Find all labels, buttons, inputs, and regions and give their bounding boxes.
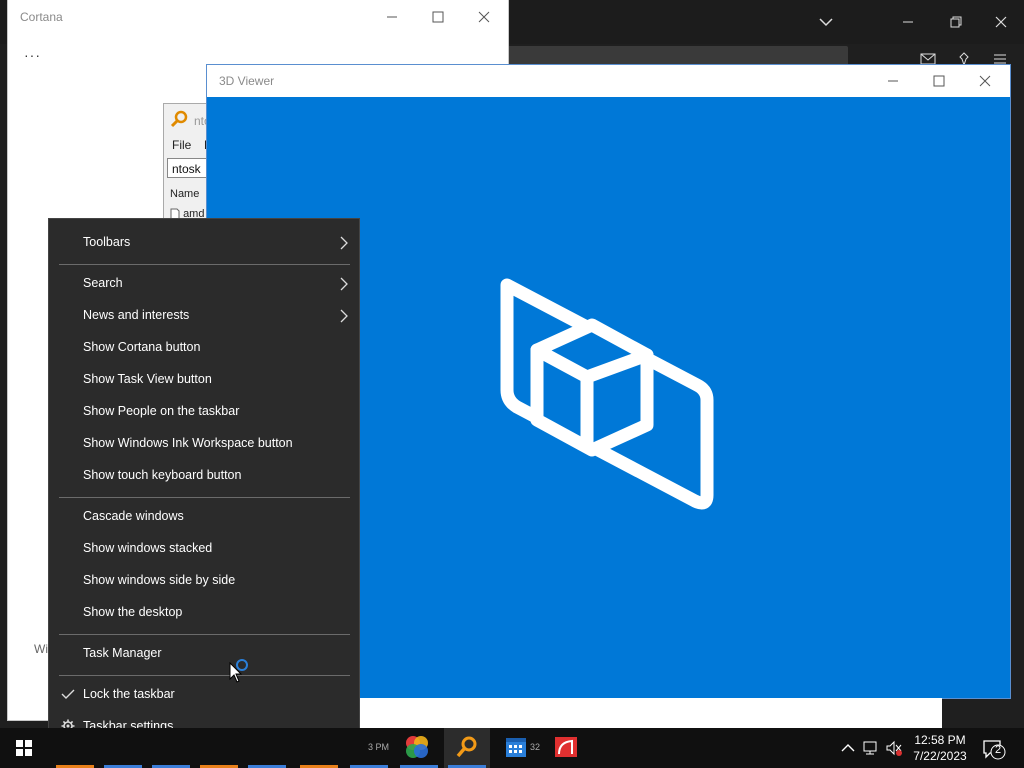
action-center-button[interactable]: 2 (982, 738, 1006, 760)
menu-item-label: Cascade windows (83, 509, 184, 523)
mail-icon[interactable] (920, 52, 936, 66)
menu-item-task-manager[interactable]: Task Manager (49, 638, 359, 670)
cortana-title: Cortana (20, 10, 63, 24)
menu-item-label: Toolbars (83, 235, 131, 249)
checkmark-icon (61, 689, 75, 699)
menu-item-label: Lock the taskbar (83, 687, 175, 701)
menu-item-label: Show Cortana button (83, 340, 201, 354)
color-wheel-icon (406, 736, 428, 758)
menu-separator (59, 264, 350, 265)
pin-icon[interactable] (956, 52, 972, 67)
chevron-right-icon (340, 236, 348, 250)
taskbar-app-2[interactable] (100, 728, 146, 768)
minimize-icon[interactable] (879, 71, 907, 91)
menu-item-label: News and interests (83, 308, 190, 322)
3d-viewer-logo-icon (500, 278, 714, 510)
menu-item-label: Show Windows Ink Workspace button (83, 436, 293, 450)
volume-muted-icon[interactable] (886, 740, 902, 756)
menu-item-label: Task Manager (83, 646, 162, 660)
background-window-strip (360, 698, 942, 728)
network-icon[interactable] (862, 740, 878, 756)
calendar-icon (506, 738, 526, 757)
taskbar-label: 3 PM (368, 742, 390, 752)
magnifier-icon (456, 736, 477, 758)
taskbar-app-calendar[interactable]: 32 (494, 728, 540, 768)
taskbar: 3 PM 32 12:58 PM 7/22/2023 2 (0, 728, 1024, 768)
taskbar-app-6[interactable] (296, 728, 342, 768)
system-clock[interactable]: 12:58 PM 7/22/2023 (902, 732, 978, 764)
taskbar-context-menu: Toolbars Search News and interests Show … (48, 218, 360, 752)
menu-item-show-task-view-button[interactable]: Show Task View button (49, 364, 359, 396)
menu-item-show-ink-workspace[interactable]: Show Windows Ink Workspace button (49, 428, 359, 460)
chevron-right-icon (340, 277, 348, 291)
taskbar-app-5[interactable] (244, 728, 290, 768)
clock-time: 12:58 PM (914, 733, 966, 747)
restore-icon[interactable] (942, 8, 970, 36)
busy-spinner-icon (236, 659, 248, 671)
menu-item-cascade-windows[interactable]: Cascade windows (49, 501, 359, 533)
taskbar-app-pdf[interactable] (544, 728, 590, 768)
menu-item-label: Show windows side by side (83, 573, 236, 587)
start-button[interactable] (0, 728, 48, 768)
menu-item-news-and-interests[interactable]: News and interests (49, 300, 359, 332)
menu-item-label: Show People on the taskbar (83, 404, 240, 418)
menu-item-show-windows-stacked[interactable]: Show windows stacked (49, 533, 359, 565)
taskbar-label: 32 (530, 742, 541, 752)
taskbar-app-7[interactable]: 3 PM (346, 728, 392, 768)
minimize-icon[interactable] (378, 7, 406, 27)
menu-item-label: Search (83, 276, 123, 290)
close-icon[interactable] (987, 8, 1015, 36)
menu-item-label: Show windows stacked (83, 541, 213, 555)
menu-separator (59, 497, 350, 498)
maximize-icon[interactable] (424, 7, 452, 27)
chevron-right-icon (340, 309, 348, 323)
close-icon[interactable] (470, 7, 498, 27)
menu-item-label: Show touch keyboard button (83, 468, 242, 482)
magnifier-icon (170, 110, 188, 133)
menu-item-label: Show Task View button (83, 372, 212, 386)
close-icon[interactable] (971, 71, 999, 91)
menu-item-show-cortana-button[interactable]: Show Cortana button (49, 332, 359, 364)
chevron-down-icon[interactable] (812, 8, 840, 36)
notification-count: 2 (994, 744, 1002, 756)
column-header-name[interactable]: Name (170, 188, 199, 200)
menu-item-toolbars[interactable]: Toolbars (49, 227, 359, 259)
windows-logo-icon (16, 740, 32, 756)
menu-item-lock-the-taskbar[interactable]: Lock the taskbar (49, 679, 359, 711)
menu-separator (59, 634, 350, 635)
menu-item-search[interactable]: Search (49, 268, 359, 300)
maximize-icon[interactable] (925, 71, 953, 91)
menu-icon[interactable] (992, 52, 1008, 66)
taskbar-app-3[interactable] (148, 728, 194, 768)
chevron-up-icon[interactable] (840, 740, 856, 756)
menu-item-label: Show the desktop (83, 605, 183, 619)
clock-date: 7/22/2023 (913, 749, 967, 763)
menu-file[interactable]: File (172, 138, 191, 152)
minimize-icon[interactable] (894, 8, 922, 36)
menu-item-show-windows-side-by-side[interactable]: Show windows side by side (49, 565, 359, 597)
3d-viewer-title: 3D Viewer (219, 74, 275, 88)
taskbar-app-4[interactable] (196, 728, 242, 768)
menu-item-show-people[interactable]: Show People on the taskbar (49, 396, 359, 428)
3d-viewer-titlebar: 3D Viewer (207, 65, 1010, 97)
menu-item-show-the-desktop[interactable]: Show the desktop (49, 597, 359, 629)
taskbar-app-1[interactable] (52, 728, 98, 768)
more-options-button[interactable]: ··· (24, 47, 41, 63)
pdf-reader-icon (555, 737, 577, 757)
taskbar-app-search-everything[interactable] (444, 728, 490, 768)
menu-item-show-touch-keyboard[interactable]: Show touch keyboard button (49, 460, 359, 492)
taskbar-app-color-wheel[interactable] (396, 728, 442, 768)
cortana-bottom-text: Wi (34, 642, 48, 656)
menu-separator (59, 675, 350, 676)
